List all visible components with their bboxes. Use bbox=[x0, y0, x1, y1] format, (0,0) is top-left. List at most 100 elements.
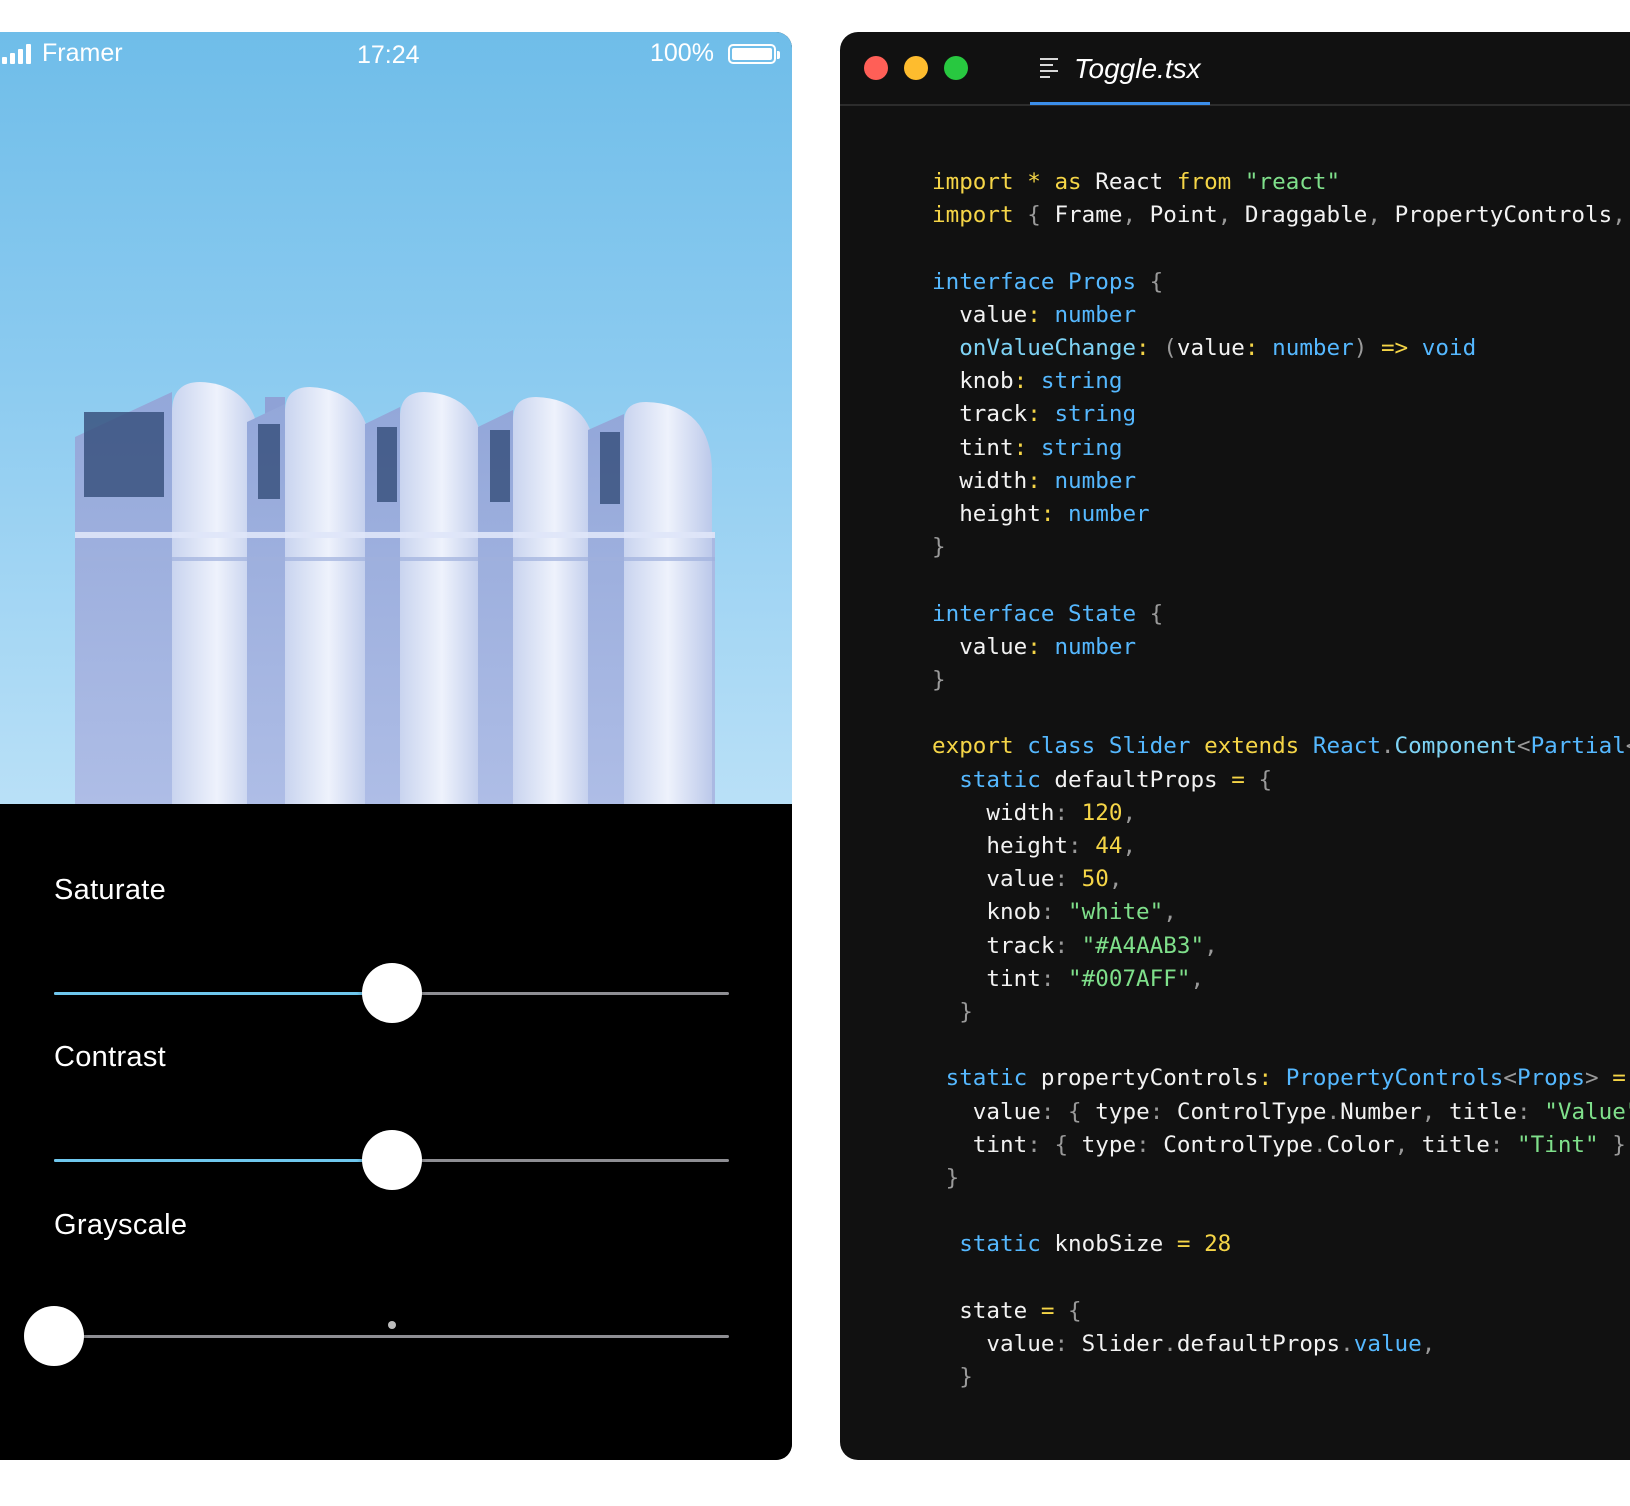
code-token: Props bbox=[1516, 1065, 1585, 1092]
code-token: static bbox=[932, 766, 1041, 793]
code-token: : bbox=[1149, 1098, 1177, 1125]
code-token: . bbox=[1326, 1098, 1341, 1125]
code-line: knob: string bbox=[932, 365, 1122, 398]
code-token: ControlType bbox=[1163, 1131, 1313, 1158]
minimize-window-button[interactable] bbox=[904, 56, 928, 80]
grayscale-slider-knob[interactable] bbox=[24, 1306, 84, 1366]
code-token: state bbox=[932, 1297, 1041, 1324]
code-token: : bbox=[1013, 368, 1041, 395]
code-token: title bbox=[1421, 1131, 1490, 1158]
code-token: Draggable bbox=[1244, 202, 1368, 229]
code-token: height bbox=[932, 501, 1041, 527]
code-line: import { Frame, Point, Draggable, Proper… bbox=[932, 199, 1630, 232]
code-token: ControlType bbox=[1176, 1098, 1327, 1125]
phone-preview: Framer 17:24 100% Saturate Contrast Gray… bbox=[0, 32, 792, 1460]
code-token: { bbox=[1068, 1098, 1096, 1125]
code-token: Slider bbox=[1081, 1331, 1164, 1357]
tab-toggle-tsx[interactable]: Toggle.tsx bbox=[1030, 32, 1210, 105]
code-token: { bbox=[1149, 268, 1164, 295]
code-token: { bbox=[1013, 202, 1055, 229]
code-token: value bbox=[932, 866, 1055, 893]
code-token: => bbox=[1380, 335, 1409, 361]
code-token: ) bbox=[1353, 335, 1381, 361]
close-window-button[interactable] bbox=[864, 56, 888, 80]
code-token: value bbox=[932, 1331, 1055, 1357]
battery-icon bbox=[728, 44, 780, 64]
code-token: track bbox=[932, 401, 1028, 428]
code-token: tint bbox=[932, 965, 1041, 992]
code-token: PropertyControls bbox=[1394, 202, 1613, 229]
code-token: : bbox=[1027, 467, 1055, 494]
code-token: from bbox=[1176, 169, 1232, 195]
code-token: , bbox=[1394, 1131, 1422, 1158]
code-token: PropertyControls bbox=[1285, 1065, 1504, 1092]
code-token: propertyControls bbox=[1027, 1065, 1259, 1092]
code-line: height: 44, bbox=[932, 830, 1136, 863]
code-token: height bbox=[932, 833, 1069, 859]
code-token: = bbox=[1231, 766, 1245, 793]
code-token: > bbox=[1584, 1065, 1613, 1092]
code-token: export bbox=[932, 733, 1014, 760]
code-token: type bbox=[1081, 1131, 1137, 1158]
code-token: , bbox=[1163, 899, 1177, 926]
code-token: , bbox=[1108, 866, 1123, 893]
bauhaus-building-image bbox=[75, 382, 715, 804]
code-token: Props bbox=[1054, 268, 1150, 295]
code-token: 50 bbox=[1081, 866, 1109, 893]
code-token: Number bbox=[1340, 1098, 1422, 1125]
code-token: : bbox=[1040, 501, 1069, 527]
code-line: value: 50, bbox=[932, 863, 1122, 896]
code-line: export class Slider extends React.Compon… bbox=[932, 730, 1630, 763]
zoom-window-button[interactable] bbox=[944, 56, 968, 80]
code-token: "#007AFF" bbox=[1068, 965, 1191, 992]
code-token: string bbox=[1040, 368, 1123, 395]
code-token: , bbox=[1204, 932, 1218, 959]
code-token: State bbox=[1054, 600, 1150, 627]
saturate-slider-knob[interactable] bbox=[361, 963, 422, 1023]
code-token: = bbox=[1176, 1231, 1191, 1258]
code-token: * bbox=[1013, 169, 1055, 195]
code-line: } bbox=[932, 1162, 960, 1195]
code-token: } bbox=[932, 1364, 973, 1391]
code-token: title bbox=[1449, 1098, 1518, 1125]
code-token: : bbox=[1027, 633, 1055, 660]
code-token: : bbox=[1027, 401, 1055, 428]
code-token: extends bbox=[1190, 733, 1313, 760]
code-token: Slider bbox=[1108, 733, 1191, 760]
code-line: tint: { type: ControlType.Color, title: … bbox=[932, 1129, 1630, 1162]
code-line: value: { type: ControlType.Number, title… bbox=[932, 1096, 1630, 1129]
code-token: as bbox=[1054, 169, 1082, 195]
code-token: , bbox=[1367, 202, 1395, 229]
code-token: < bbox=[1626, 733, 1630, 759]
code-line: tint: "#007AFF", bbox=[932, 963, 1204, 996]
code-token: knob bbox=[932, 899, 1041, 926]
code-token: : bbox=[1244, 335, 1273, 361]
code-token: import bbox=[932, 202, 1014, 229]
code-token: , bbox=[1190, 965, 1205, 992]
code-line: value: Slider.defaultProps.value, bbox=[932, 1328, 1435, 1361]
code-token: : bbox=[1517, 1098, 1545, 1125]
code-token: < bbox=[1516, 733, 1531, 760]
code-token: } bbox=[932, 667, 946, 693]
code-token: knob bbox=[932, 368, 1014, 395]
code-line: } bbox=[932, 996, 973, 1029]
contrast-slider-knob[interactable] bbox=[361, 1130, 422, 1190]
file-lines-icon bbox=[1040, 58, 1058, 78]
code-token: 44 bbox=[1095, 833, 1123, 859]
code-line: onValueChange: (value: number) => void bbox=[932, 332, 1476, 365]
grayscale-slider-track[interactable] bbox=[24, 1306, 729, 1366]
code-token: tint bbox=[932, 434, 1014, 461]
code-token: : bbox=[1489, 1131, 1518, 1158]
code-token: React bbox=[1312, 733, 1381, 760]
code-line: track: string bbox=[932, 398, 1136, 431]
code-token: : bbox=[1068, 833, 1096, 859]
code-token: : bbox=[1054, 799, 1082, 826]
code-token: "Value" bbox=[1544, 1098, 1630, 1125]
code-token: number bbox=[1068, 501, 1150, 527]
code-token: , bbox=[1122, 833, 1137, 859]
code-token: } bbox=[932, 999, 973, 1025]
saturate-slider-track[interactable] bbox=[54, 963, 729, 1023]
code-token: number bbox=[1054, 467, 1137, 494]
contrast-slider-track[interactable] bbox=[54, 1130, 729, 1190]
code-line: height: number bbox=[932, 498, 1150, 531]
